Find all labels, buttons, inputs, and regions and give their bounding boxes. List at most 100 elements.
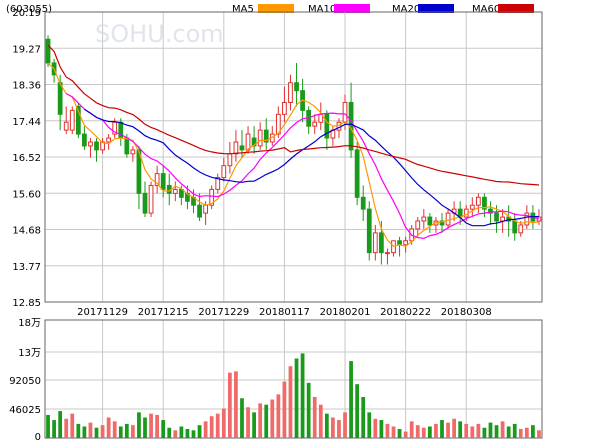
volume-bar	[373, 418, 378, 438]
volume-bar	[270, 399, 275, 438]
volume-bar	[155, 414, 160, 438]
volume-bar	[300, 353, 305, 438]
volume-bar	[355, 384, 360, 438]
price-tick-label: 16.52	[12, 153, 41, 164]
date-tick-label: 20171229	[198, 307, 249, 318]
volume-bar	[464, 423, 469, 438]
candle-body	[282, 101, 287, 115]
volume-bar	[294, 358, 299, 438]
volume-bar	[488, 422, 493, 438]
candle-body	[257, 129, 263, 147]
candle-body	[500, 216, 505, 222]
volume-bar	[137, 412, 141, 438]
volume-bar	[100, 425, 105, 438]
volume-bar	[215, 413, 220, 438]
volume-bar	[52, 420, 56, 438]
volume-bar	[264, 404, 269, 438]
volume-bar	[179, 426, 184, 438]
volume-bar	[106, 417, 111, 438]
candle-body	[445, 212, 451, 226]
candle-body	[227, 153, 233, 167]
candle-body	[372, 232, 378, 254]
candle-body	[342, 101, 348, 123]
price-tick-label: 15.60	[12, 189, 41, 200]
candle-body	[88, 141, 93, 147]
volume-bar	[246, 407, 250, 438]
volume-bar	[506, 426, 511, 438]
volume-bar	[415, 425, 420, 438]
volume-bar	[452, 418, 456, 438]
stock-chart-panel: (603055) MA5 MA10 MA20 MA60 SOHU.com 20.19 1…	[0, 0, 600, 440]
candle-body	[518, 224, 524, 234]
candle-body	[69, 109, 75, 131]
candle-body	[203, 204, 208, 214]
candle-body	[106, 137, 112, 143]
candle-body	[475, 196, 481, 206]
candle-body	[197, 204, 202, 218]
volume-bar	[446, 422, 450, 438]
price-tick-label: 12.85	[12, 298, 41, 309]
volume-bar	[288, 366, 293, 438]
date-tick-label: 20180117	[259, 307, 310, 318]
volume-bar	[124, 423, 129, 438]
volume-bar	[143, 417, 147, 438]
candle-body	[63, 121, 69, 131]
candle-body	[379, 232, 384, 254]
candle-body	[172, 188, 178, 194]
volume-bar	[167, 427, 172, 438]
volume-bar	[391, 426, 396, 438]
volume-bar	[482, 427, 487, 438]
volume-bar	[282, 381, 287, 438]
volume-bar	[185, 429, 190, 438]
volume-bar	[421, 427, 426, 438]
volume-bar	[512, 423, 517, 438]
volume-bar	[518, 429, 523, 438]
legend-label-ma5: MA5	[232, 4, 254, 15]
candle-body	[427, 216, 433, 226]
price-tick-label: 18.36	[12, 81, 41, 92]
volume-bar	[397, 429, 402, 438]
date-tick-label: 20180222	[380, 307, 431, 318]
candle-body	[312, 121, 318, 127]
volume-bar	[173, 430, 178, 438]
volume-bar	[476, 423, 481, 438]
volume-bar	[227, 372, 232, 438]
volume-bar	[409, 421, 414, 438]
candle-body	[385, 252, 390, 255]
watermark: SOHU.com	[95, 20, 224, 48]
volume-bar	[94, 427, 99, 438]
volume-tick-label: 18万	[18, 318, 41, 329]
volume-tick-label: 92050	[9, 376, 41, 387]
date-tick-label: 20180308	[441, 307, 492, 318]
volume-bar	[112, 421, 117, 438]
volume-bar	[234, 371, 238, 438]
candle-body	[421, 216, 427, 222]
date-tick-label: 20180201	[320, 307, 371, 318]
candle-body	[94, 141, 99, 151]
price-tick-label: 20.19	[12, 8, 41, 19]
volume-bar	[197, 425, 202, 438]
volume-bar	[349, 361, 353, 438]
price-tick-label: 13.77	[12, 262, 41, 273]
volume-bar	[440, 420, 444, 438]
volume-bar	[161, 420, 166, 438]
volume-bar	[427, 426, 432, 438]
volume-bar	[312, 396, 317, 438]
candle-body	[45, 38, 51, 64]
volume-bar	[385, 423, 390, 438]
volume-bar	[209, 416, 214, 438]
candle-body	[415, 220, 421, 230]
volume-bar	[470, 426, 475, 438]
price-tick-label: 14.68	[12, 226, 41, 237]
candle-body	[360, 196, 366, 210]
volume-bar	[76, 423, 81, 438]
volume-bar	[458, 421, 463, 438]
volume-bar	[367, 412, 372, 438]
volume-bar	[524, 427, 529, 438]
candle-body	[142, 192, 148, 214]
candle-body	[294, 82, 299, 92]
volume-bar	[337, 420, 341, 438]
volume-bar	[203, 421, 208, 438]
candle-body	[148, 184, 154, 214]
date-tick-label: 20171215	[138, 307, 189, 318]
